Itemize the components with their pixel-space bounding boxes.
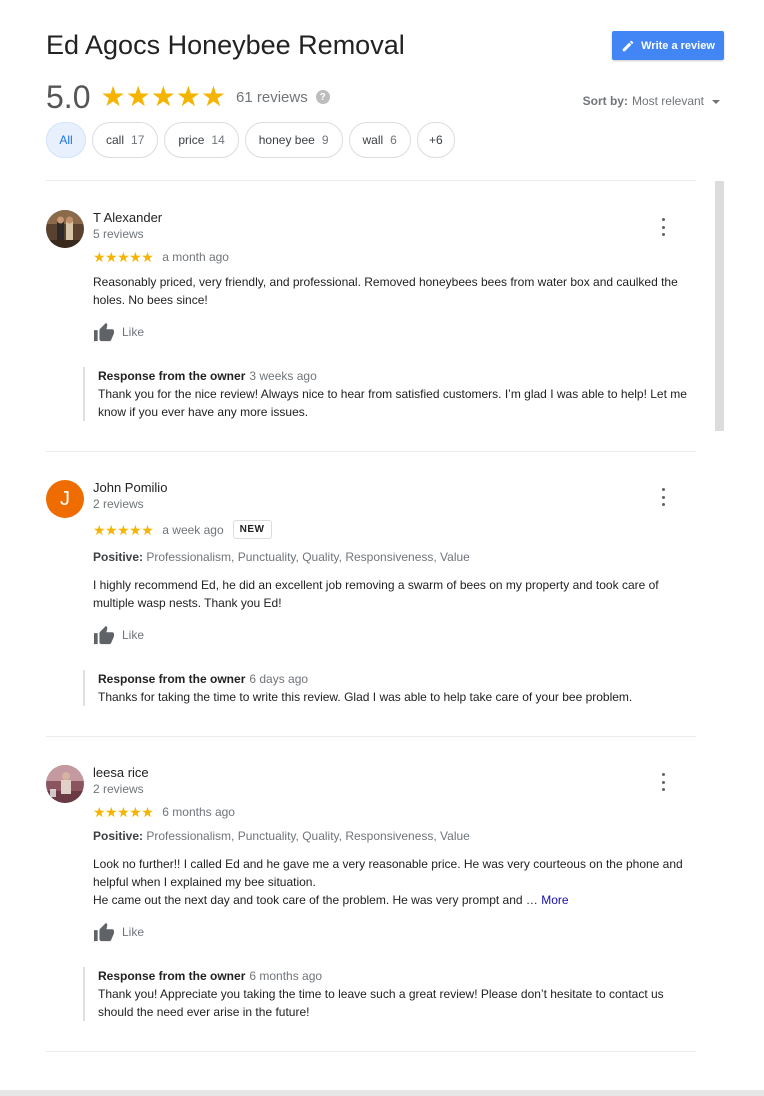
- review-stars: ★★★★★: [93, 521, 154, 538]
- new-badge: NEW: [232, 520, 272, 539]
- rating-value: 5.0: [46, 78, 91, 115]
- review-text-paragraph: Look no further!! I called Ed and he gav…: [93, 857, 683, 889]
- divider: [46, 451, 696, 452]
- write-review-button[interactable]: Write a review: [612, 31, 724, 60]
- more-options-icon[interactable]: [658, 773, 668, 791]
- review-text: Reasonably priced, very friendly, and pr…: [93, 275, 678, 307]
- review-date: a month ago: [162, 250, 229, 264]
- divider: [46, 180, 696, 181]
- response-label: Response from the owner: [98, 369, 246, 383]
- like-button[interactable]: Like: [93, 322, 144, 342]
- response-date: 6 months ago: [249, 969, 323, 983]
- chip-wall[interactable]: wall 6: [348, 122, 411, 158]
- topic-chips: All call 17 price 14 honey bee 9 wall 6 +6: [46, 122, 455, 158]
- scrollbar-thumb[interactable]: [715, 181, 724, 431]
- review-text: Look no further!! I called Ed and he gav…: [93, 855, 698, 909]
- owner-response: Response from the owner 6 days ago Thanks…: [83, 670, 697, 706]
- positive-attributes: Positive: Professionalism, Punctuality, …: [93, 550, 470, 564]
- sort-dropdown[interactable]: Sort by: Most relevant: [583, 94, 720, 108]
- review-meta: ★★★★★ a month ago: [93, 250, 229, 264]
- chip-all[interactable]: All: [46, 122, 86, 158]
- business-title: Ed Agocs Honeybee Removal: [46, 30, 405, 60]
- chip-label: call: [106, 133, 125, 147]
- avatar[interactable]: [46, 210, 84, 248]
- review-text-paragraph: He came out the next day and took care o…: [93, 891, 698, 909]
- response-text: Thanks for taking the time to write this…: [98, 690, 633, 704]
- review-text: I highly recommend Ed, he did an excelle…: [93, 578, 659, 610]
- like-button[interactable]: Like: [93, 625, 144, 645]
- review-text-truncated: He came out the next day and took care o…: [93, 893, 542, 907]
- horizontal-scrollbar[interactable]: [0, 1090, 764, 1096]
- rating-summary: 5.0 ★★★★★ 61 reviews ?: [46, 78, 330, 116]
- response-date: 3 weeks ago: [249, 369, 317, 383]
- response-text: Thank you! Appreciate you taking the tim…: [98, 987, 664, 1019]
- write-review-label: Write a review: [641, 39, 715, 52]
- response-label: Response from the owner: [98, 969, 246, 983]
- positive-attributes: Positive: Professionalism, Punctuality, …: [93, 829, 470, 843]
- like-button[interactable]: Like: [93, 922, 144, 942]
- chip-label: wall: [362, 133, 384, 147]
- more-options-icon[interactable]: [658, 218, 668, 236]
- thumbs-up-icon: [94, 922, 114, 942]
- chip-count: 9: [321, 133, 329, 147]
- like-label: Like: [122, 325, 145, 339]
- review-date: 6 months ago: [162, 805, 235, 819]
- reviewer-review-count[interactable]: 2 reviews: [93, 497, 144, 511]
- chip-label: +6: [429, 133, 443, 147]
- reviewer-name[interactable]: T Alexander: [93, 210, 162, 225]
- thumbs-up-icon: [94, 322, 114, 342]
- like-label: Like: [122, 925, 145, 939]
- like-label: Like: [122, 628, 145, 642]
- response-label: Response from the owner: [98, 672, 246, 686]
- chip-honey-bee[interactable]: honey bee 9: [244, 122, 343, 158]
- positive-label: Positive:: [93, 829, 144, 843]
- review-count[interactable]: 61 reviews: [236, 89, 308, 106]
- chip-label: price: [178, 133, 205, 147]
- pencil-icon: [622, 40, 634, 51]
- avatar[interactable]: [46, 765, 84, 803]
- thumbs-up-icon: [94, 625, 114, 645]
- more-options-icon[interactable]: [658, 488, 668, 506]
- reviewer-review-count[interactable]: 2 reviews: [93, 782, 144, 796]
- avatar-photo: [46, 210, 84, 248]
- sort-value: Most relevant: [631, 94, 704, 108]
- review-meta: ★★★★★ a week ago NEW: [93, 520, 272, 539]
- chip-call[interactable]: call 17: [92, 122, 159, 158]
- chip-count: 17: [131, 133, 145, 147]
- owner-response: Response from the owner 6 months ago Than…: [83, 967, 697, 1021]
- avatar[interactable]: J: [46, 480, 84, 518]
- chip-count: 6: [390, 133, 397, 147]
- help-icon[interactable]: ?: [315, 90, 330, 104]
- review-item: J John Pomilio 2 reviews ★★★★★ a week ag…: [46, 480, 696, 720]
- rating-stars: ★★★★★: [100, 81, 226, 112]
- divider: [46, 1051, 696, 1052]
- response-text: Thank you for the nice review! Always ni…: [98, 387, 687, 419]
- avatar-photo: [46, 765, 84, 803]
- more-link[interactable]: More: [541, 893, 568, 907]
- review-item: T Alexander 5 reviews ★★★★★ a month ago …: [46, 210, 696, 430]
- review-meta: ★★★★★ 6 months ago: [93, 805, 235, 819]
- caret-down-icon: [712, 100, 720, 104]
- positive-values: Professionalism, Punctuality, Quality, R…: [146, 550, 470, 564]
- review-stars: ★★★★★: [93, 804, 154, 820]
- chip-count: 14: [211, 133, 225, 147]
- review-stars: ★★★★★: [93, 249, 154, 265]
- review-item: leesa rice 2 reviews ★★★★★ 6 months ago …: [46, 765, 696, 1035]
- chip-more[interactable]: +6: [416, 122, 455, 158]
- review-date: a week ago: [162, 522, 224, 537]
- positive-values: Professionalism, Punctuality, Quality, R…: [146, 829, 470, 843]
- reviewer-review-count[interactable]: 5 reviews: [93, 227, 144, 241]
- chip-price[interactable]: price 14: [164, 122, 239, 158]
- reviewer-name[interactable]: John Pomilio: [93, 480, 167, 495]
- response-date: 6 days ago: [249, 672, 309, 686]
- reviewer-name[interactable]: leesa rice: [93, 765, 149, 780]
- chip-label: honey bee: [258, 133, 315, 147]
- sort-label: Sort by:: [582, 94, 628, 108]
- owner-response: Response from the owner 3 weeks ago Thank…: [83, 367, 697, 421]
- divider: [46, 736, 696, 737]
- positive-label: Positive:: [93, 550, 144, 564]
- chip-label: All: [59, 133, 73, 147]
